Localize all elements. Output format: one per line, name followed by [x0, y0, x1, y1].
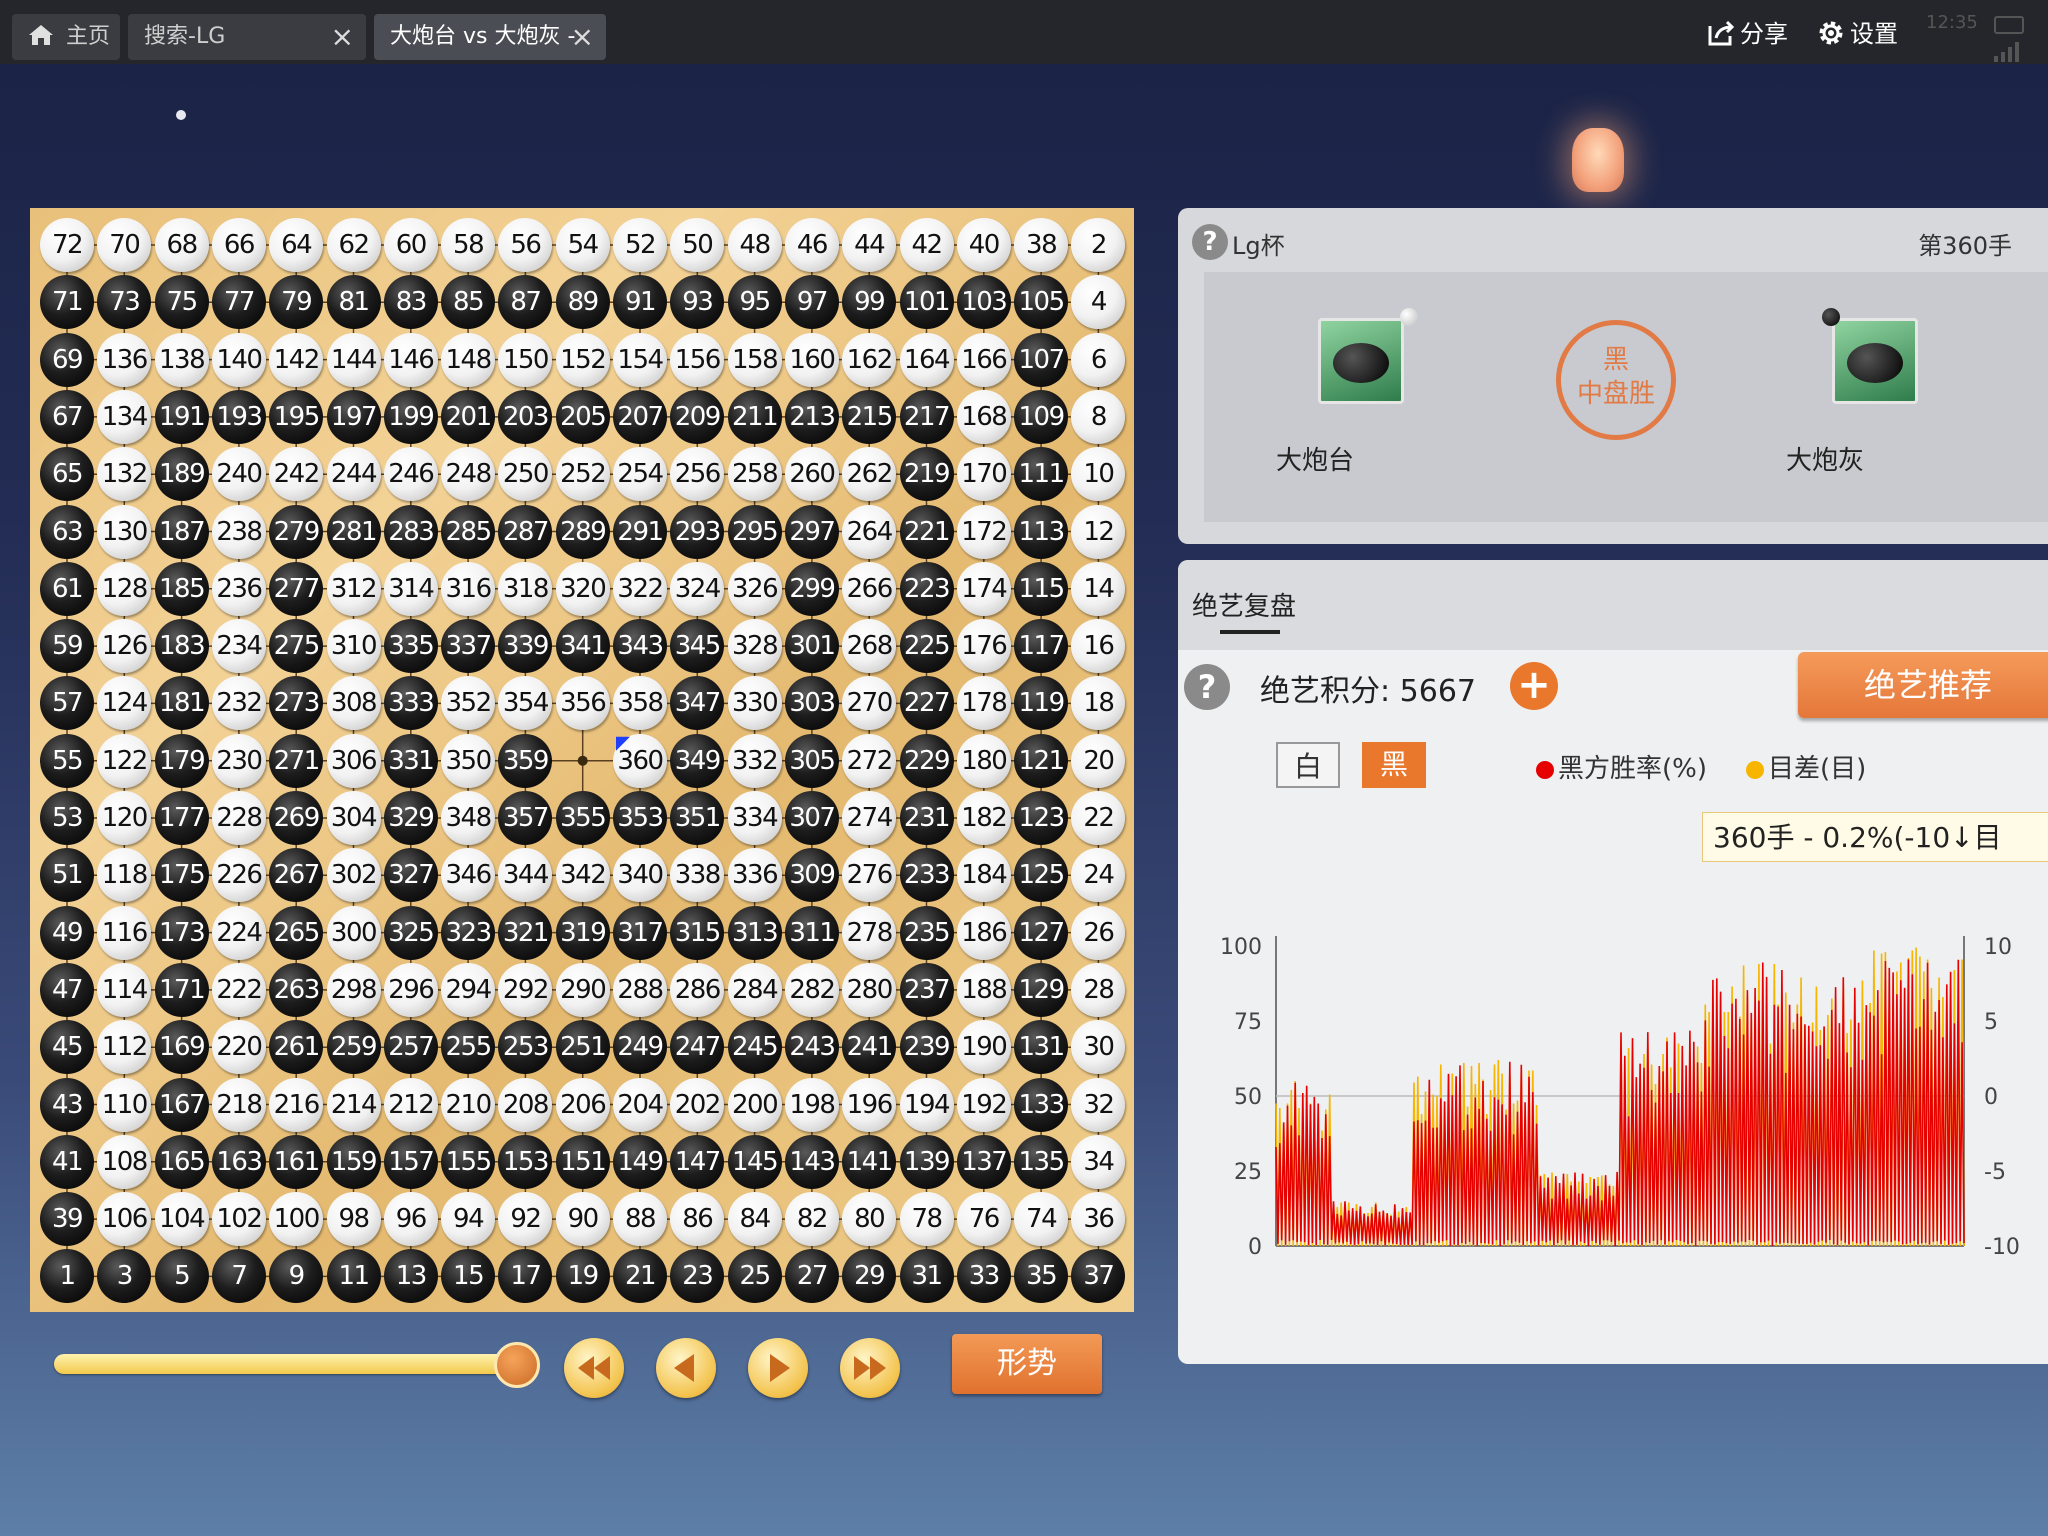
sky-lantern-decoration [1572, 128, 1624, 192]
y-tick-right: 0 [1984, 1085, 1998, 1110]
y-tick-left: 75 [1234, 1010, 1262, 1035]
settings-label: 设置 [1850, 20, 1898, 48]
last-move-button[interactable] [840, 1338, 900, 1398]
tab-home[interactable]: 主页 [12, 14, 120, 60]
review-header: 绝艺复盘 [1178, 560, 2048, 650]
share-icon [1708, 20, 1735, 46]
battery-icon [1994, 16, 2024, 34]
y-tick-left: 0 [1248, 1235, 1262, 1260]
go-board[interactable]: 72 70 68 66 64 62 60 58 56 54 52 50 48 46 44 42 40 38 2 71 7… [30, 208, 1134, 1312]
legend-diff: 目差(目) [1746, 748, 1866, 785]
tab-search[interactable]: 搜索-LG × [128, 14, 366, 60]
legend-diff-label: 目差(目) [1768, 754, 1867, 784]
star-decoration [176, 110, 186, 120]
move-number: 第360手 [1918, 232, 2012, 260]
tab-search-label: 搜索-LG [144, 24, 226, 49]
tab-game[interactable]: 大炮台 vs 大炮灰 - × [374, 14, 606, 60]
signal-icon [1994, 42, 2019, 62]
last-move-marker [616, 736, 630, 751]
cup-name: Lg杯 [1232, 232, 1285, 260]
prev-move-button[interactable] [656, 1338, 716, 1398]
tab-home-label: 主页 [66, 24, 111, 49]
status-time: 12:35 [1926, 12, 1978, 33]
share-label: 分享 [1740, 20, 1788, 48]
black-stone-icon [1822, 308, 1840, 326]
legend-winrate: 黑方胜率(%) [1536, 748, 1707, 785]
move-slider-handle[interactable] [494, 1342, 540, 1388]
help-icon[interactable]: ? [1184, 664, 1230, 710]
legend-winrate-label: 黑方胜率(%) [1558, 754, 1707, 784]
fast-forward-icon [854, 1356, 886, 1380]
settings-button[interactable]: 设置 [1816, 16, 1898, 52]
first-move-button[interactable] [564, 1338, 624, 1398]
y-tick-right: 10 [1984, 935, 2012, 960]
y-tick-left: 100 [1220, 935, 1262, 960]
white-stone-icon [1400, 308, 1418, 326]
move-slider-track[interactable] [54, 1354, 524, 1374]
result-line1: 黑 [1602, 345, 1629, 375]
home-icon [29, 25, 53, 45]
close-icon[interactable]: × [331, 14, 354, 60]
y-tick-right: 5 [1984, 1010, 1998, 1035]
help-icon[interactable]: ? [1192, 224, 1228, 260]
y-tick-left: 25 [1234, 1160, 1262, 1185]
white-view-button[interactable]: 白 [1276, 742, 1340, 788]
player-white-name: 大炮台 [1276, 446, 1355, 476]
chart-tooltip: 360手 - 0.2%(-10↓目 [1702, 812, 2048, 862]
fast-backward-icon [578, 1356, 610, 1380]
share-button[interactable]: 分享 [1706, 16, 1788, 52]
board-overlay [616, 736, 630, 751]
black-view-button[interactable]: 黑 [1362, 742, 1426, 788]
ai-score: 绝艺积分: 5667 [1260, 674, 1476, 709]
tab-review[interactable]: 绝艺复盘 [1192, 586, 1296, 623]
recommend-button[interactable]: 绝艺推荐 [1798, 652, 2048, 718]
avatar-black-player[interactable] [1832, 318, 1918, 404]
y-tick-right: -5 [1984, 1160, 2006, 1185]
backward-icon [674, 1354, 694, 1382]
y-tick-right: -10 [1984, 1235, 2020, 1260]
y-tick-left: 50 [1234, 1085, 1262, 1110]
top-bar: 主页 搜索-LG × 大炮台 vs 大炮灰 - × 分享 设置 12:35 [0, 0, 2048, 64]
trend-button[interactable]: 形势 [952, 1334, 1102, 1394]
next-move-button[interactable] [748, 1338, 808, 1398]
winrate-chart[interactable]: 10075502501050-5-10 [1178, 860, 2048, 1364]
add-score-button[interactable]: + [1510, 662, 1558, 710]
player-black-name: 大炮灰 [1786, 446, 1865, 476]
tab-game-label: 大炮台 vs 大炮灰 - [390, 24, 576, 49]
forward-icon [770, 1354, 790, 1382]
gear-icon [1819, 21, 1843, 45]
tab-underline [1220, 630, 1280, 634]
review-panel: 绝艺复盘 ? 绝艺积分: 5667 + 绝艺推荐 白 黑 黑方胜率(%) 目差(… [1178, 560, 2048, 1364]
result-seal: 黑 中盘胜 [1556, 320, 1676, 440]
avatar-white-player[interactable] [1318, 318, 1404, 404]
result-line2: 中盘胜 [1576, 379, 1655, 409]
close-icon[interactable]: × [571, 14, 594, 60]
